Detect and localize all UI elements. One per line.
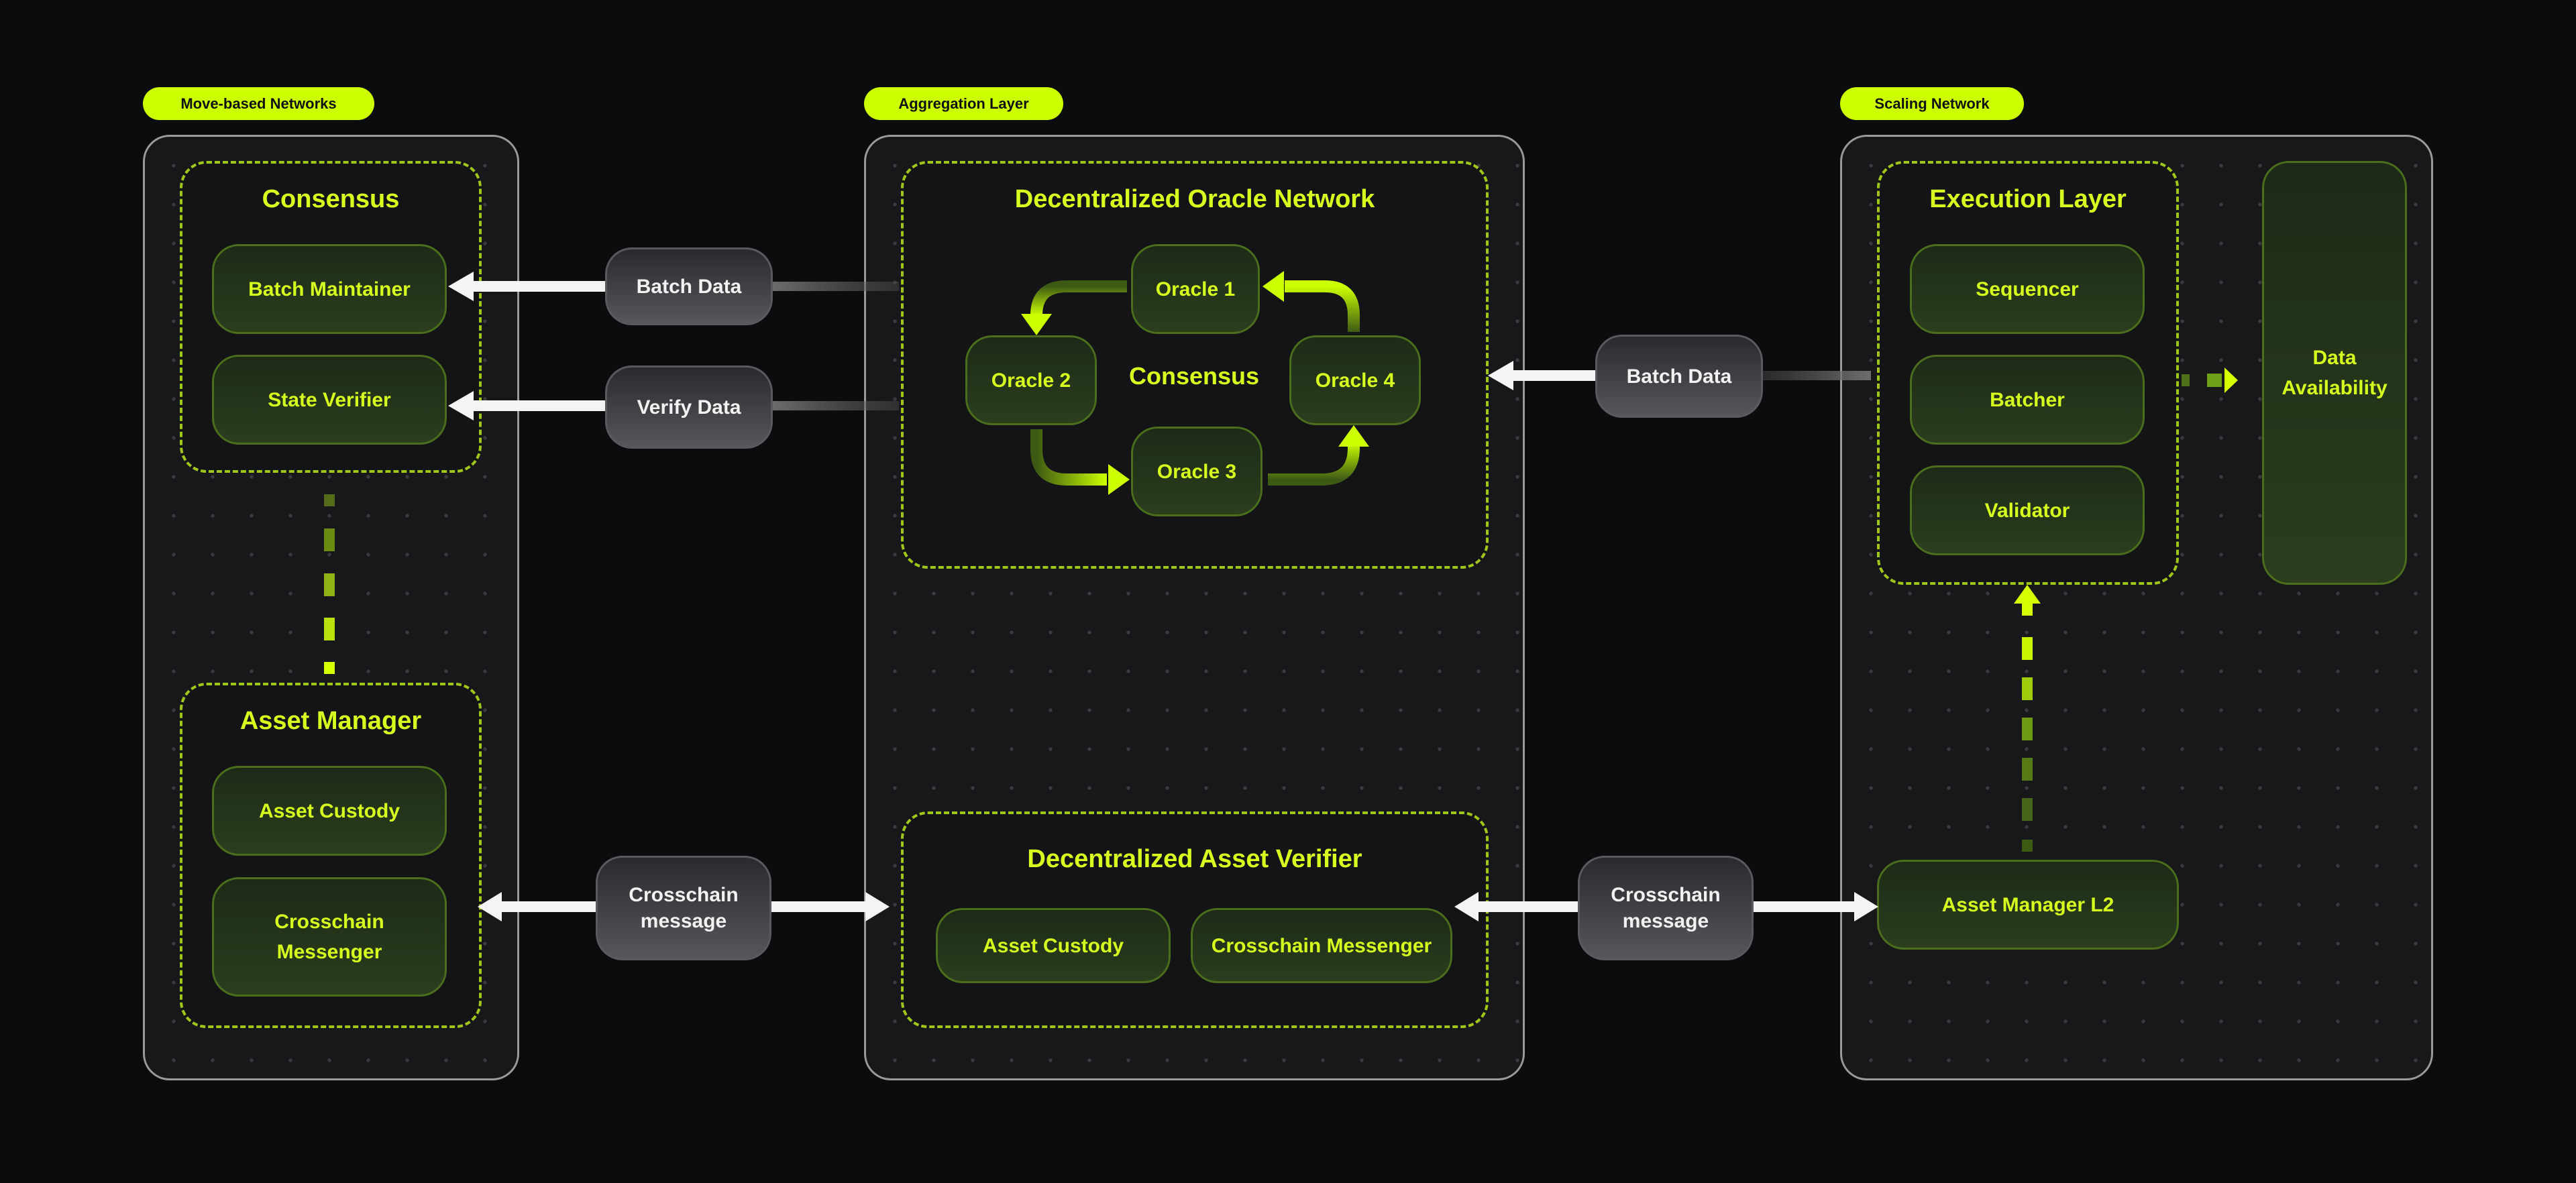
arrow-asset-manager-l2-to-validator [2014, 585, 2041, 852]
message-crosschain-right[interactable]: Crosschain message [1578, 856, 1754, 960]
connectors-layer [324, 271, 2238, 921]
oracle-cycle-arrows [1021, 271, 1369, 495]
message-verify-data[interactable]: Verify Data [605, 365, 773, 449]
message-batch-data-right[interactable]: Batch Data [1595, 335, 1763, 418]
connector-consensus-asset-manager [324, 494, 335, 674]
message-batch-data-left[interactable]: Batch Data [605, 247, 773, 325]
arrow-execution-to-data-availability [2182, 368, 2238, 393]
message-crosschain-left[interactable]: Crosschain message [596, 856, 771, 960]
